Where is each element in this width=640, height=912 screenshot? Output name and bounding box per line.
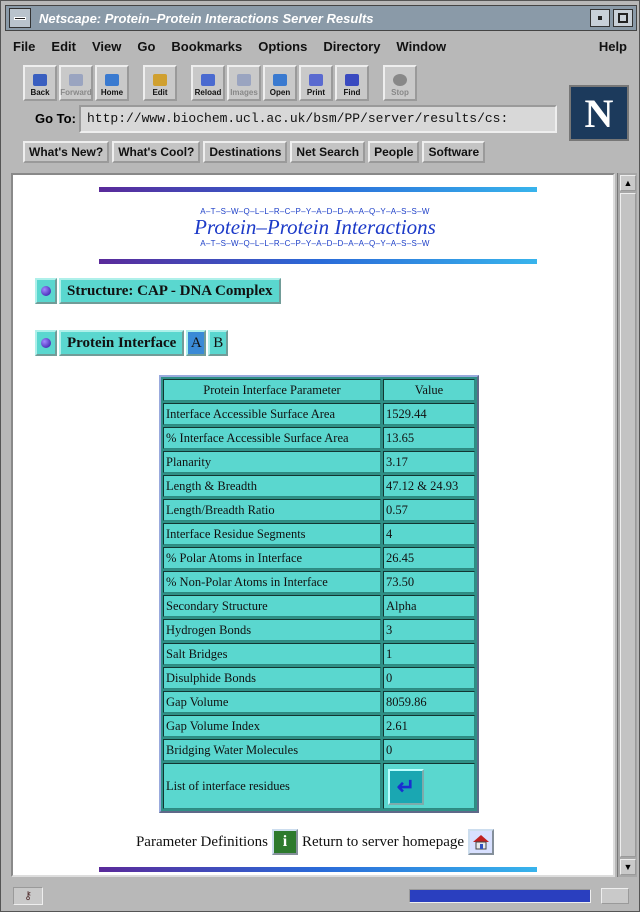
table-row: List of interface residues ↵ [163, 763, 475, 809]
find-button[interactable]: Find [335, 65, 369, 101]
banner-rule [99, 259, 537, 264]
printer-icon [309, 74, 323, 86]
table-header-value: Value [383, 379, 475, 401]
menu-go[interactable]: Go [129, 39, 163, 54]
scroll-thumb[interactable] [620, 193, 636, 857]
menu-options[interactable]: Options [250, 39, 315, 54]
chain-b-button[interactable]: B [208, 330, 229, 356]
table-row: % Interface Accessible Surface Area 13.65 [163, 427, 475, 449]
info-icon[interactable]: i [272, 829, 298, 855]
software-button[interactable]: Software [422, 141, 486, 163]
back-button[interactable]: Back [23, 65, 57, 101]
mail-icon[interactable] [601, 888, 629, 904]
menu-help[interactable]: Help [591, 39, 637, 54]
table-row: Salt Bridges 1 [163, 643, 475, 665]
browser-window: Netscape: Protein–Protein Interactions S… [0, 0, 640, 912]
stop-button[interactable]: Stop [383, 65, 417, 101]
reload-button[interactable]: Reload [191, 65, 225, 101]
interface-label: Protein Interface [59, 330, 185, 356]
table-row: % Polar Atoms in Interface 26.45 [163, 547, 475, 569]
reload-icon [201, 74, 215, 86]
whats-cool-button[interactable]: What's Cool? [112, 141, 201, 163]
bottom-rule [99, 867, 537, 872]
forward-button[interactable]: Forward [59, 65, 93, 101]
top-rule [99, 187, 537, 192]
table-row: Secondary Structure Alpha [163, 595, 475, 617]
home-icon[interactable] [468, 829, 495, 855]
page-footer: Parameter Definitions i Return to server… [13, 829, 613, 855]
table-row: Interface Accessible Surface Area 1529.44 [163, 403, 475, 425]
whats-new-button[interactable]: What's New? [23, 141, 110, 163]
directory-buttons: What's New? What's Cool? Destinations Ne… [23, 141, 486, 163]
page-content: A–T–S–W–Q–L–L–R–C–P–Y–A–D–D–A–A–Q–Y–A–S–… [11, 173, 615, 877]
return-arrow-icon: ↵ [396, 774, 416, 799]
menu-bookmarks[interactable]: Bookmarks [163, 39, 250, 54]
location-label: Go To: [35, 111, 76, 126]
table-row: Gap Volume Index 2.61 [163, 715, 475, 737]
sequence-bottom: A–T–S–W–Q–L–L–R–C–P–Y–A–D–D–A–A–Q–Y–A–S–… [200, 239, 430, 248]
menu-file[interactable]: File [5, 39, 43, 54]
table-row: Planarity 3.17 [163, 451, 475, 473]
scroll-up-arrow-icon[interactable]: ▲ [620, 175, 636, 191]
table-row: Length/Breadth Ratio 0.57 [163, 499, 475, 521]
page-banner: Protein–Protein Interactions [194, 215, 436, 239]
minimize-button[interactable] [590, 9, 610, 27]
bullet-icon [35, 278, 57, 304]
forward-arrow-icon [69, 74, 83, 86]
open-button[interactable]: Open [263, 65, 297, 101]
pencil-icon [153, 74, 167, 86]
parameter-table: Protein Interface Parameter Value Interf… [159, 375, 479, 813]
menu-bar: File Edit View Go Bookmarks Options Dire… [5, 33, 637, 59]
table-row: Gap Volume 8059.86 [163, 691, 475, 713]
toolbar: Back Forward Home Edit Reload Images Ope… [23, 65, 417, 103]
table-row: Hydrogen Bonds 3 [163, 619, 475, 641]
table-header-parameter: Protein Interface Parameter [163, 379, 381, 401]
return-homepage-link[interactable]: Return to server homepage [302, 834, 464, 851]
progress-fill [410, 890, 590, 902]
vertical-scrollbar[interactable]: ▲ ▼ [617, 173, 637, 877]
location-field[interactable]: http://www.biochem.ucl.ac.uk/bsm/PP/serv… [79, 105, 557, 133]
open-icon [273, 74, 287, 86]
table-row: % Non-Polar Atoms in Interface 73.50 [163, 571, 475, 593]
title-bar: Netscape: Protein–Protein Interactions S… [5, 5, 637, 31]
interface-residues-button[interactable]: ↵ [388, 769, 424, 805]
table-row: Disulphide Bonds 0 [163, 667, 475, 689]
progress-bar [409, 889, 591, 903]
window-title: Netscape: Protein–Protein Interactions S… [39, 10, 374, 26]
status-bar: ⚷ [5, 883, 637, 909]
print-button[interactable]: Print [299, 65, 333, 101]
home-icon [105, 74, 119, 86]
home-button[interactable]: Home [95, 65, 129, 101]
people-button[interactable]: People [368, 141, 420, 163]
parameter-definitions-link[interactable]: Parameter Definitions [136, 834, 268, 851]
net-search-button[interactable]: Net Search [290, 141, 366, 163]
window-menu-button[interactable] [9, 8, 31, 28]
security-key-icon: ⚷ [13, 887, 43, 905]
table-row: Length & Breadth 47.12 & 24.93 [163, 475, 475, 497]
images-icon [237, 74, 251, 86]
table-header-row: Protein Interface Parameter Value [163, 379, 475, 401]
edit-button[interactable]: Edit [143, 65, 177, 101]
back-arrow-icon [33, 74, 47, 86]
table-row: Interface Residue Segments 4 [163, 523, 475, 545]
structure-header: Structure: CAP - DNA Complex [35, 277, 281, 305]
stop-icon [393, 74, 407, 86]
netscape-logo: N [569, 85, 629, 141]
destinations-button[interactable]: Destinations [203, 141, 288, 163]
scroll-down-arrow-icon[interactable]: ▼ [620, 859, 636, 875]
menu-window[interactable]: Window [388, 39, 454, 54]
table-row: Bridging Water Molecules 0 [163, 739, 475, 761]
bullet-icon [35, 330, 57, 356]
images-button[interactable]: Images [227, 65, 261, 101]
structure-label: Structure: CAP - DNA Complex [59, 278, 281, 304]
menu-directory[interactable]: Directory [315, 39, 388, 54]
maximize-button[interactable] [613, 9, 633, 27]
menu-edit[interactable]: Edit [43, 39, 84, 54]
interface-header: Protein Interface A B [35, 329, 229, 357]
binoculars-icon [345, 74, 359, 86]
menu-view[interactable]: View [84, 39, 129, 54]
chain-a-button[interactable]: A [186, 330, 207, 356]
